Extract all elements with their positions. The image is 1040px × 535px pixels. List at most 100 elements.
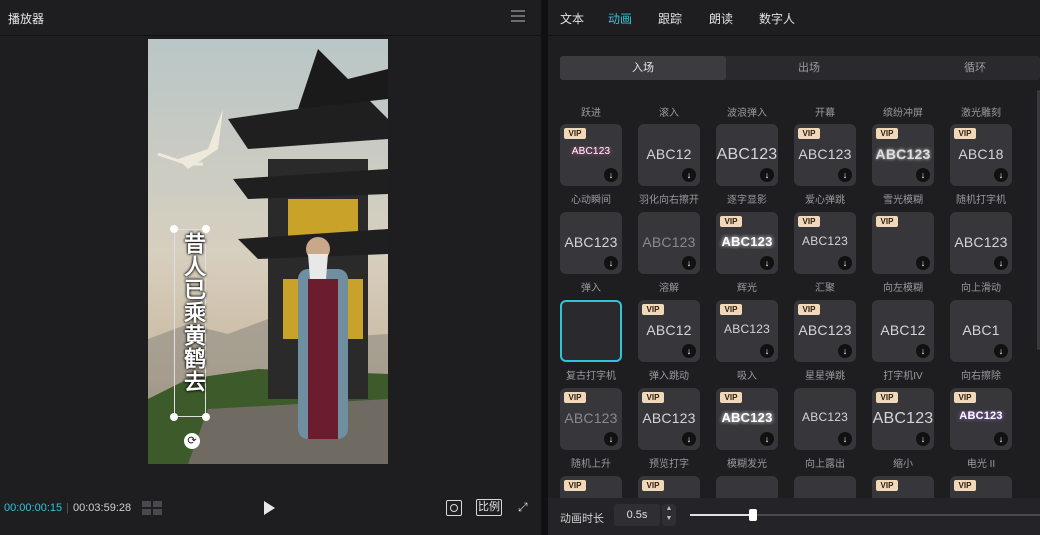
- animation-card[interactable]: ABC123 ↓: [716, 124, 778, 186]
- duration-stepper[interactable]: ▲ ▼: [662, 504, 676, 526]
- animation-card[interactable]: ABC123 VIP ↓: [716, 300, 778, 362]
- download-icon[interactable]: ↓: [916, 432, 930, 446]
- tab-read-aloud[interactable]: 朗读: [709, 10, 733, 27]
- fullscreen-icon[interactable]: ⤢: [518, 500, 532, 514]
- vip-badge-icon: VIP: [642, 480, 664, 491]
- rotate-icon[interactable]: ⟳: [184, 433, 200, 449]
- vip-badge-icon: VIP: [876, 392, 898, 403]
- subtab-in[interactable]: 入场: [560, 56, 726, 80]
- animation-card[interactable]: ↓: [716, 476, 778, 498]
- subtab-loop[interactable]: 循环: [892, 56, 1040, 80]
- download-icon[interactable]: ↓: [682, 168, 696, 182]
- subtitle-text[interactable]: 昔人已乘黄鹤去: [175, 230, 205, 393]
- download-icon[interactable]: ↓: [838, 256, 852, 270]
- animation-card[interactable]: ABC123 VIP ↓: [560, 124, 622, 186]
- animation-label: 复古打字机: [566, 371, 616, 382]
- animation-card[interactable]: ABC123 VIP ↓: [872, 388, 934, 450]
- vip-badge-icon: VIP: [798, 304, 820, 315]
- animation-card[interactable]: ABC123 VIP ↓: [716, 388, 778, 450]
- animation-card[interactable]: ABC18 VIP ↓: [950, 124, 1012, 186]
- animation-card[interactable]: ABC123 VIP ↓: [794, 124, 856, 186]
- download-icon[interactable]: ↓: [760, 256, 774, 270]
- animation-card[interactable]: ABC1 ↓: [950, 300, 1012, 362]
- download-icon[interactable]: ↓: [604, 168, 618, 182]
- menu-icon[interactable]: [511, 10, 525, 22]
- duration-input[interactable]: 0.5s: [614, 504, 660, 526]
- download-icon[interactable]: ↓: [682, 432, 696, 446]
- animation-card[interactable]: ABC123 VIP ↓: [872, 124, 934, 186]
- animation-label: 滚入: [659, 108, 679, 119]
- zoom-focus-icon[interactable]: [446, 500, 462, 516]
- animation-card[interactable]: ABC12 VIP ↓: [638, 300, 700, 362]
- tab-text[interactable]: 文本: [560, 10, 584, 27]
- video-preview[interactable]: 昔人已乘黄鹤去 ⟳: [148, 39, 388, 464]
- player-panel: 播放器 昔人已乘黄鹤去 ⟳ 00:00:00:15 | 00:03:59:28 …: [0, 0, 541, 535]
- download-icon[interactable]: ↓: [838, 344, 852, 358]
- duration-slider-knob[interactable]: [749, 509, 757, 521]
- animation-card[interactable]: ABC123 VIP ↓: [794, 212, 856, 274]
- animation-card[interactable]: VIP↓: [560, 476, 622, 498]
- tab-animation[interactable]: 动画: [608, 10, 632, 27]
- animation-preview-text: ABC1: [962, 322, 1000, 338]
- download-icon[interactable]: ↓: [760, 432, 774, 446]
- download-icon[interactable]: ↓: [994, 256, 1008, 270]
- download-icon[interactable]: ↓: [838, 168, 852, 182]
- subtab-out[interactable]: 出场: [726, 56, 892, 80]
- vip-badge-icon: VIP: [720, 392, 742, 403]
- download-icon[interactable]: ↓: [760, 344, 774, 358]
- animation-preview-text: ABC123: [798, 146, 852, 162]
- animation-card[interactable]: ABC123 VIP ↓: [560, 388, 622, 450]
- animation-card[interactable]: ABC123 ↓: [794, 388, 856, 450]
- animation-card[interactable]: ABC123 ↓: [638, 212, 700, 274]
- animation-card[interactable]: ↓: [794, 476, 856, 498]
- download-icon[interactable]: ↓: [994, 432, 1008, 446]
- animation-card[interactable]: ABC12 ↓: [638, 124, 700, 186]
- animation-label: 逐字显影: [727, 195, 767, 206]
- vip-badge-icon: VIP: [642, 392, 664, 403]
- player-controls: 00:00:00:15 | 00:03:59:28 比例 ⤢: [0, 492, 541, 535]
- animation-card[interactable]: VIP↓: [872, 212, 934, 274]
- download-icon[interactable]: ↓: [994, 344, 1008, 358]
- tab-tracking[interactable]: 跟踪: [658, 10, 682, 27]
- resize-handle-top-left[interactable]: [170, 225, 178, 233]
- animation-card[interactable]: ABC123 VIP ↓: [638, 388, 700, 450]
- animation-card[interactable]: ABC123 ↓: [560, 212, 622, 274]
- animation-card[interactable]: VIP↓: [950, 476, 1012, 498]
- animation-card[interactable]: ABC123 VIP ↓: [716, 212, 778, 274]
- animation-label: 向右擦除: [961, 371, 1001, 382]
- download-icon[interactable]: ↓: [838, 432, 852, 446]
- animation-preview-text: ABC12: [646, 146, 692, 162]
- subtitle-selection-box[interactable]: 昔人已乘黄鹤去: [174, 229, 206, 417]
- resize-handle-bottom-left[interactable]: [170, 413, 178, 421]
- download-icon[interactable]: ↓: [916, 344, 930, 358]
- animation-label: 星星弹跳: [805, 371, 845, 382]
- vip-badge-icon: VIP: [954, 480, 976, 491]
- animation-label: 随机上升: [571, 459, 611, 470]
- download-icon[interactable]: ↓: [916, 256, 930, 270]
- download-icon[interactable]: ↓: [760, 168, 774, 182]
- animation-preview-text: ABC123: [642, 234, 696, 250]
- download-icon[interactable]: ↓: [604, 432, 618, 446]
- download-icon[interactable]: ↓: [916, 168, 930, 182]
- resize-handle-bottom-right[interactable]: [202, 413, 210, 421]
- animation-card[interactable]: ABC123 VIP ↓: [794, 300, 856, 362]
- animation-card[interactable]: [560, 300, 622, 362]
- tab-digital-human[interactable]: 数字人: [759, 10, 795, 27]
- animation-label: 溶解: [659, 283, 679, 294]
- resize-handle-top-right[interactable]: [202, 225, 210, 233]
- download-icon[interactable]: ↓: [682, 256, 696, 270]
- animation-card[interactable]: ABC12 ↓: [872, 300, 934, 362]
- download-icon[interactable]: ↓: [604, 256, 618, 270]
- animation-card[interactable]: ABC123 VIP ↓: [950, 388, 1012, 450]
- animation-card[interactable]: VIP↓: [872, 476, 934, 498]
- download-icon[interactable]: ↓: [682, 344, 696, 358]
- timeline-grid-icon[interactable]: [142, 501, 162, 515]
- animation-card[interactable]: ABC123 ↓: [950, 212, 1012, 274]
- animation-preview-text: ABC12: [880, 322, 926, 338]
- ratio-button[interactable]: 比例: [476, 499, 502, 516]
- animation-card[interactable]: VIP↓: [638, 476, 700, 498]
- download-icon[interactable]: ↓: [994, 168, 1008, 182]
- animation-label: 辉光: [737, 283, 757, 294]
- play-icon[interactable]: [262, 500, 276, 516]
- animation-label: 爱心弹跳: [805, 195, 845, 206]
